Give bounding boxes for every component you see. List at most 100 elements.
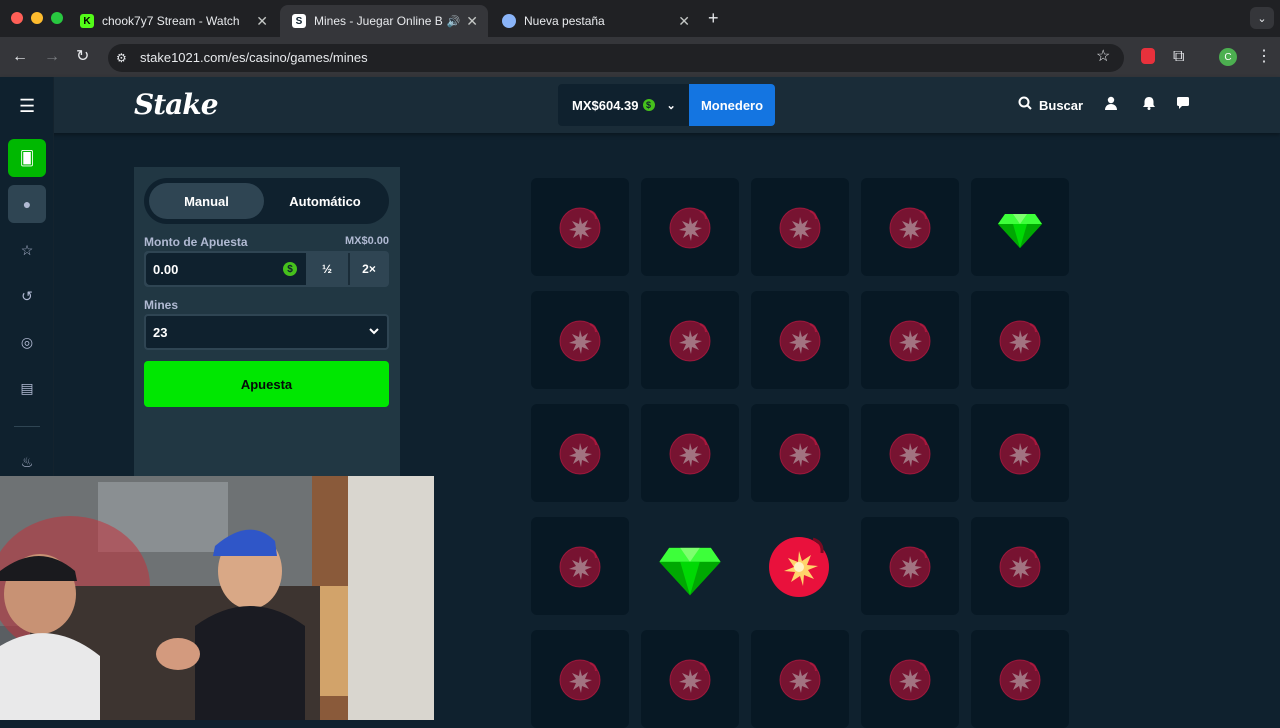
gem-tile[interactable] — [971, 178, 1069, 276]
mine-tile[interactable] — [971, 404, 1069, 502]
mine-icon — [999, 659, 1041, 701]
mine-tile[interactable] — [641, 630, 739, 728]
tab-title: Mines - Juegar Online Bu — [314, 14, 443, 28]
mine-icon — [669, 659, 711, 701]
mine-icon — [669, 433, 711, 475]
bet-button[interactable]: Apuesta — [144, 361, 389, 407]
mine-icon — [669, 320, 711, 362]
bets-receipt-icon[interactable]: ▤ — [8, 369, 46, 407]
search-button[interactable]: Buscar — [1039, 98, 1083, 113]
new-tab-icon[interactable]: + — [708, 8, 719, 29]
chevron-down-icon — [369, 325, 379, 339]
forward-icon[interactable]: → — [44, 47, 60, 67]
extensions-puzzle-icon[interactable]: ⧉ — [1173, 47, 1184, 67]
mine-tile[interactable] — [861, 630, 959, 728]
mine-tile[interactable] — [641, 291, 739, 389]
extension-icon[interactable] — [1141, 48, 1155, 64]
mine-tile[interactable] — [531, 630, 629, 728]
mines-label: Mines — [144, 298, 179, 312]
mine-tile[interactable] — [531, 291, 629, 389]
bet-amount-input[interactable] — [146, 253, 306, 285]
menu-hamburger-icon[interactable]: ☰ — [19, 96, 35, 117]
casino-cards-icon[interactable]: 🂠 — [8, 139, 46, 177]
mine-tile[interactable] — [861, 517, 959, 615]
mine-tile[interactable] — [641, 404, 739, 502]
mine-tile[interactable] — [861, 404, 959, 502]
back-icon[interactable]: ← — [12, 47, 28, 67]
mine-icon — [559, 546, 601, 588]
mine-icon — [779, 659, 821, 701]
gem-icon — [998, 214, 1042, 248]
tab-title: chook7y7 Stream - Watch Live — [102, 14, 242, 28]
mine-tile[interactable] — [971, 517, 1069, 615]
exploded-mine-tile[interactable] — [751, 517, 849, 615]
gem-icon — [659, 547, 721, 596]
challenges-target-icon[interactable]: ◎ — [8, 323, 46, 361]
coin-icon: $ — [283, 262, 297, 276]
chat-icon[interactable] — [1176, 96, 1190, 115]
browser-menu-icon[interactable]: ⋮ — [1256, 47, 1272, 67]
chevron-down-icon: ⌄ — [666, 99, 676, 112]
mine-icon — [889, 433, 931, 475]
mine-tile[interactable] — [751, 404, 849, 502]
bet-converted-value: MX$0.00 — [345, 235, 390, 247]
notifications-bell-icon[interactable] — [1142, 96, 1156, 115]
tab-manual[interactable]: Manual — [149, 183, 264, 219]
tab-search-chevron-icon[interactable]: ⌄ — [1250, 7, 1274, 29]
stake-logo[interactable]: Stake — [134, 88, 219, 121]
tab-automatic[interactable]: Automático — [266, 183, 384, 219]
webcam-image — [0, 476, 434, 720]
mine-icon — [889, 207, 931, 249]
user-icon[interactable] — [1104, 96, 1118, 115]
tab-mines[interactable]: S Mines - Juegar Online Bu 🔊 ✕ — [280, 5, 488, 37]
gem-tile[interactable] — [641, 517, 739, 615]
close-tab-icon[interactable]: ✕ — [460, 13, 478, 30]
mine-tile[interactable] — [971, 291, 1069, 389]
kick-icon: K — [80, 14, 94, 28]
url-text[interactable]: stake1021.com/es/casino/games/mines — [140, 50, 368, 65]
recent-history-icon[interactable]: ↺ — [8, 277, 46, 315]
close-tab-icon[interactable]: ✕ — [672, 13, 690, 30]
mine-tile[interactable] — [971, 630, 1069, 728]
mine-icon — [559, 320, 601, 362]
mine-tile[interactable] — [861, 291, 959, 389]
mine-icon — [999, 546, 1041, 588]
mine-icon — [889, 659, 931, 701]
mine-tile[interactable] — [751, 291, 849, 389]
tab-new[interactable]: Nueva pestaña ✕ — [490, 5, 700, 37]
bookmark-star-icon[interactable]: ☆ — [1096, 47, 1110, 67]
mine-tile[interactable] — [861, 178, 959, 276]
reload-icon[interactable]: ↻ — [76, 47, 89, 67]
coin-icon: $ — [642, 99, 655, 111]
profile-avatar[interactable]: C — [1219, 48, 1237, 66]
mine-icon — [559, 207, 601, 249]
chrome-icon — [502, 14, 516, 28]
mine-tile[interactable] — [531, 178, 629, 276]
mine-icon — [669, 207, 711, 249]
favorites-star-icon[interactable]: ☆ — [8, 231, 46, 269]
balance-display[interactable]: MX$604.39 $ ⌄ — [558, 84, 690, 126]
mine-tile[interactable] — [531, 404, 629, 502]
half-bet-button[interactable]: ½ — [308, 253, 346, 285]
tab-kick-stream[interactable]: K chook7y7 Stream - Watch Live ✕ — [68, 5, 278, 37]
stake-icon: S — [292, 14, 306, 28]
speaker-icon[interactable]: 🔊 — [447, 15, 461, 28]
close-tab-icon[interactable]: ✕ — [250, 13, 268, 30]
double-bet-button[interactable]: 2× — [348, 253, 388, 285]
mines-count-select[interactable]: 23 — [144, 314, 389, 350]
mine-tile[interactable] — [641, 178, 739, 276]
sports-ball-icon[interactable]: ● — [8, 185, 46, 223]
mine-tile[interactable] — [751, 178, 849, 276]
mines-count-value: 23 — [153, 324, 168, 340]
minimize-window-button[interactable] — [31, 12, 43, 24]
mine-icon — [559, 433, 601, 475]
wallet-button[interactable]: Monedero — [689, 84, 775, 126]
search-icon[interactable] — [1018, 96, 1032, 115]
mine-tile[interactable] — [751, 630, 849, 728]
tab-title: Nueva pestaña — [524, 14, 605, 28]
maximize-window-button[interactable] — [51, 12, 63, 24]
close-window-button[interactable] — [11, 12, 23, 24]
bet-amount-label: Monto de Apuesta — [144, 235, 248, 249]
site-settings-icon[interactable]: ⚙ — [116, 48, 127, 68]
mine-tile[interactable] — [531, 517, 629, 615]
